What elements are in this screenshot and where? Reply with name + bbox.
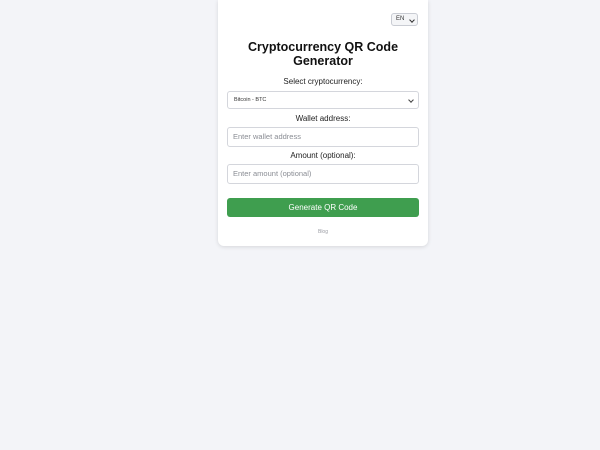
- footer-link[interactable]: Blog: [218, 229, 428, 235]
- crypto-select[interactable]: Bitcoin - BTC: [227, 91, 419, 109]
- amount-label: Amount (optional):: [290, 151, 356, 160]
- generate-qr-button[interactable]: Generate QR Code: [227, 198, 419, 217]
- amount-input[interactable]: Enter amount (optional): [227, 164, 419, 184]
- language-select-value: EN: [396, 16, 405, 22]
- page-title: Cryptocurrency QR Code Generator: [247, 40, 399, 68]
- generator-card: EN Cryptocurrency QR Code Generator Sele…: [218, 0, 428, 246]
- chevron-down-icon: [408, 97, 414, 103]
- wallet-address-input[interactable]: Enter wallet address: [227, 127, 419, 147]
- chevron-down-icon: [409, 17, 415, 23]
- crypto-select-label: Select cryptocurrency:: [283, 77, 363, 86]
- wallet-address-label: Wallet address:: [295, 114, 351, 123]
- crypto-select-value: Bitcoin - BTC: [234, 97, 267, 103]
- language-select[interactable]: EN: [391, 13, 418, 26]
